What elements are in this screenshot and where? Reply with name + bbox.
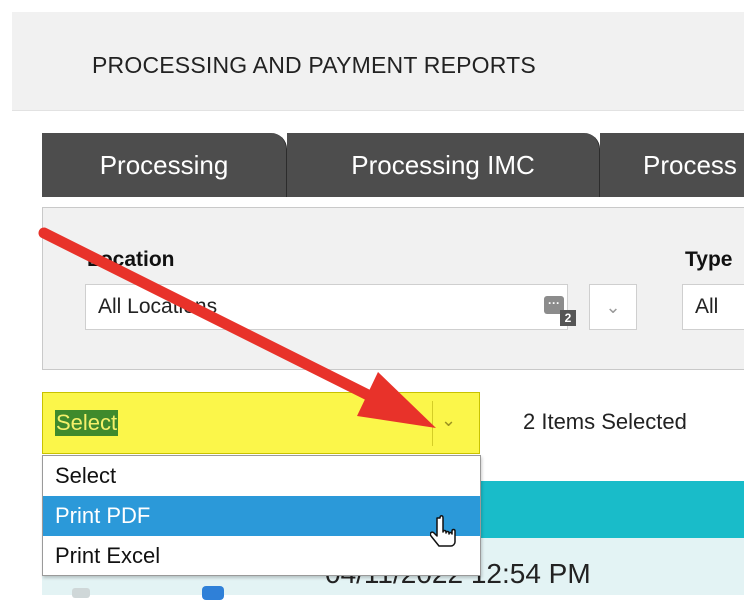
select-divider xyxy=(432,401,433,446)
tab-processing[interactable]: Processing xyxy=(42,133,287,197)
row-checkbox[interactable] xyxy=(202,586,224,600)
tab-processing-imc[interactable]: Processing IMC xyxy=(287,133,600,197)
location-dropdown-button[interactable]: ⌄ xyxy=(589,284,637,330)
option-select[interactable]: Select xyxy=(43,456,480,496)
selection-status: 2 Items Selected xyxy=(523,409,687,434)
page-header: PROCESSING AND PAYMENT REPORTS xyxy=(12,12,744,111)
type-label: Type xyxy=(685,248,733,271)
table-header xyxy=(480,481,744,538)
option-print-pdf[interactable]: Print PDF xyxy=(43,496,480,536)
filter-panel: Location Type All Locations ··· 2 ⌄ All xyxy=(42,207,744,370)
option-print-excel[interactable]: Print Excel xyxy=(43,536,480,576)
location-input[interactable]: All Locations ··· 2 xyxy=(85,284,576,330)
location-value: All Locations xyxy=(98,295,218,318)
type-select[interactable]: All xyxy=(682,284,744,330)
export-dropdown-list: Select Print PDF Print Excel xyxy=(42,455,481,576)
row-expand-handle[interactable] xyxy=(72,588,90,598)
export-select-value: Select xyxy=(55,410,119,436)
type-value: All xyxy=(695,295,719,318)
location-label: Location xyxy=(87,248,175,271)
chevron-down-icon[interactable]: ⌄ xyxy=(441,410,456,431)
tab-process-more[interactable]: Process xyxy=(600,133,744,197)
export-select[interactable]: Select ⌄ xyxy=(42,392,480,454)
location-count-badge: 2 xyxy=(560,310,576,326)
page-title: PROCESSING AND PAYMENT REPORTS xyxy=(92,52,536,78)
chevron-down-icon: ⌄ xyxy=(605,297,621,317)
report-tabs: Processing Processing IMC Process xyxy=(42,133,744,197)
left-gutter xyxy=(0,0,12,595)
hand-cursor-icon xyxy=(430,515,456,547)
